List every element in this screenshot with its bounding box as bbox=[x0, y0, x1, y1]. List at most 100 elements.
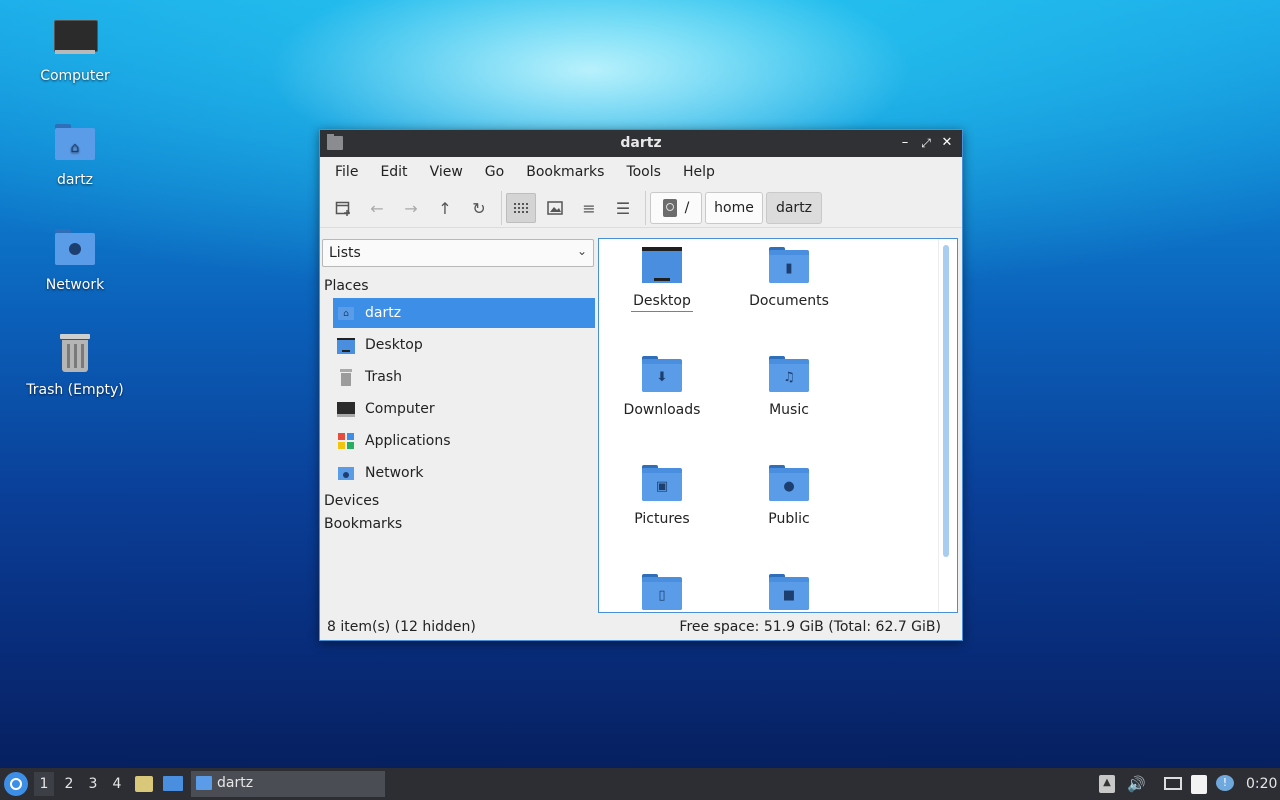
file-item-documents[interactable]: ▮ Documents bbox=[729, 247, 849, 309]
videos-folder-icon: ■ bbox=[769, 574, 809, 610]
sidebar-item-desktop[interactable]: Desktop bbox=[333, 330, 595, 360]
vertical-scrollbar[interactable] bbox=[943, 245, 949, 557]
folder-icon bbox=[196, 776, 212, 790]
maximize-button[interactable]: ⤢ bbox=[917, 134, 935, 152]
detailed-view-button[interactable]: ☰ bbox=[608, 193, 638, 223]
taskbar: 1 2 3 4 dartz ▲ 🔊 ! 0:20 bbox=[0, 768, 1280, 800]
compact-list-icon: ≡ bbox=[582, 198, 596, 218]
file-item-videos[interactable]: ■ bbox=[729, 574, 849, 612]
taskbar-window-dartz[interactable]: dartz bbox=[191, 771, 385, 797]
desktop-icon-label: Computer bbox=[40, 68, 110, 84]
free-space-status: Free space: 51.9 GiB (Total: 62.7 GiB) bbox=[679, 619, 941, 635]
new-tab-button[interactable] bbox=[328, 193, 358, 223]
menu-view[interactable]: View bbox=[419, 164, 474, 180]
trash-icon bbox=[53, 332, 97, 376]
computer-icon bbox=[53, 18, 98, 62]
toolbar-separator bbox=[501, 191, 502, 225]
music-folder-icon: ♫ bbox=[769, 356, 809, 392]
workspace-2[interactable]: 2 bbox=[60, 776, 78, 792]
places-header[interactable]: Places bbox=[324, 278, 369, 294]
start-menu-button[interactable] bbox=[4, 772, 28, 796]
eject-icon: ▲ bbox=[1099, 775, 1115, 793]
side-pane-mode-select[interactable]: Lists ⌄ bbox=[322, 239, 594, 267]
public-folder-icon: ● bbox=[769, 465, 809, 501]
menu-help[interactable]: Help bbox=[672, 164, 726, 180]
file-icon-view[interactable]: Desktop ▮ Documents ⬇ Downloads ♫ Music … bbox=[598, 238, 958, 613]
desktop-icon-label: Trash (Empty) bbox=[26, 382, 124, 398]
desktop-icon-computer[interactable]: Computer bbox=[20, 18, 130, 84]
desktop-icon-trash[interactable]: Trash (Empty) bbox=[20, 332, 130, 398]
sidebar-item-label: Network bbox=[365, 465, 424, 481]
workspace-1[interactable]: 1 bbox=[34, 772, 54, 796]
file-item-desktop[interactable]: Desktop bbox=[602, 247, 722, 312]
sidebar-item-dartz[interactable]: ⌂ dartz bbox=[333, 298, 595, 328]
desktop-icon-label: Network bbox=[45, 277, 105, 293]
window-titlebar[interactable]: dartz – ⤢ ✕ bbox=[320, 130, 962, 157]
clock[interactable]: 0:20 bbox=[1246, 776, 1277, 792]
new-tab-icon bbox=[335, 201, 350, 216]
notification-icon: ! bbox=[1216, 775, 1234, 791]
computer-icon bbox=[337, 400, 355, 418]
side-pane: Lists ⌄ Places ⌂ dartz Desktop Trash Com… bbox=[320, 238, 596, 610]
desktop-icon bbox=[163, 776, 183, 791]
file-item-music[interactable]: ♫ Music bbox=[729, 356, 849, 418]
window-title: dartz bbox=[620, 135, 662, 151]
path-segment-dartz[interactable]: dartz bbox=[766, 192, 822, 224]
file-item-public[interactable]: ● Public bbox=[729, 465, 849, 527]
forward-button[interactable]: → bbox=[396, 193, 426, 223]
applications-icon bbox=[337, 432, 355, 450]
up-button[interactable]: ↑ bbox=[430, 193, 460, 223]
minimize-button[interactable]: – bbox=[896, 134, 914, 152]
file-manager-launcher[interactable] bbox=[135, 774, 153, 794]
file-item-pictures[interactable]: ▣ Pictures bbox=[602, 465, 722, 527]
eject-button[interactable]: ▲ bbox=[1099, 775, 1117, 793]
path-root-button[interactable]: / bbox=[650, 192, 702, 224]
home-folder-icon: ⌂ bbox=[53, 122, 97, 166]
desktop-icon-label: dartz bbox=[56, 172, 94, 188]
sidebar-item-network[interactable]: Network bbox=[333, 458, 595, 488]
network-wired-icon bbox=[1164, 777, 1182, 790]
reload-button[interactable]: ↻ bbox=[464, 193, 494, 223]
file-item-label: Desktop bbox=[631, 293, 693, 312]
path-root-label: / bbox=[684, 200, 690, 216]
desktop-icon-home[interactable]: ⌂ dartz bbox=[20, 122, 130, 188]
desktop-icon-network[interactable]: Network bbox=[20, 227, 130, 293]
home-folder-icon: ⌂ bbox=[337, 304, 355, 322]
drive-icon bbox=[662, 199, 677, 217]
thumbnail-view-button[interactable] bbox=[540, 193, 570, 223]
network-folder-icon bbox=[53, 227, 97, 271]
file-manager-window: dartz – ⤢ ✕ File Edit View Go Bookmarks … bbox=[319, 129, 963, 641]
trash-icon bbox=[337, 368, 355, 386]
bookmarks-header[interactable]: Bookmarks bbox=[324, 516, 402, 532]
reload-icon: ↻ bbox=[472, 198, 486, 218]
show-desktop-launcher[interactable] bbox=[163, 775, 183, 793]
menu-go[interactable]: Go bbox=[474, 164, 515, 180]
volume-button[interactable]: 🔊 bbox=[1127, 775, 1146, 793]
notifications-button[interactable]: ! bbox=[1216, 775, 1234, 793]
compact-view-button[interactable]: ≡ bbox=[574, 193, 604, 223]
sidebar-item-applications[interactable]: Applications bbox=[333, 426, 595, 456]
toolbar: ← → ↑ ↻ ≡ ☰ / home dartz bbox=[320, 187, 962, 228]
templates-folder-icon: ▯ bbox=[642, 574, 682, 610]
path-segment-home[interactable]: home bbox=[705, 192, 763, 224]
back-icon: ← bbox=[370, 198, 384, 218]
workspace-3[interactable]: 3 bbox=[84, 776, 102, 792]
clipboard-button[interactable] bbox=[1190, 775, 1208, 794]
menu-bookmarks[interactable]: Bookmarks bbox=[515, 164, 615, 180]
close-button[interactable]: ✕ bbox=[938, 134, 956, 152]
file-item-templates[interactable]: ▯ bbox=[602, 574, 722, 612]
back-button[interactable]: ← bbox=[362, 193, 392, 223]
side-pane-mode-value: Lists bbox=[329, 245, 361, 261]
network-status-button[interactable] bbox=[1164, 775, 1182, 793]
menu-bar: File Edit View Go Bookmarks Tools Help bbox=[320, 157, 962, 187]
menu-edit[interactable]: Edit bbox=[369, 164, 418, 180]
devices-header[interactable]: Devices bbox=[324, 493, 379, 509]
file-item-downloads[interactable]: ⬇ Downloads bbox=[602, 356, 722, 418]
menu-file[interactable]: File bbox=[324, 164, 369, 180]
workspace-4[interactable]: 4 bbox=[108, 776, 126, 792]
sidebar-item-computer[interactable]: Computer bbox=[333, 394, 595, 424]
sidebar-item-trash[interactable]: Trash bbox=[333, 362, 595, 392]
menu-tools[interactable]: Tools bbox=[615, 164, 672, 180]
icon-view-button[interactable] bbox=[506, 193, 536, 223]
sidebar-item-label: dartz bbox=[365, 305, 402, 321]
